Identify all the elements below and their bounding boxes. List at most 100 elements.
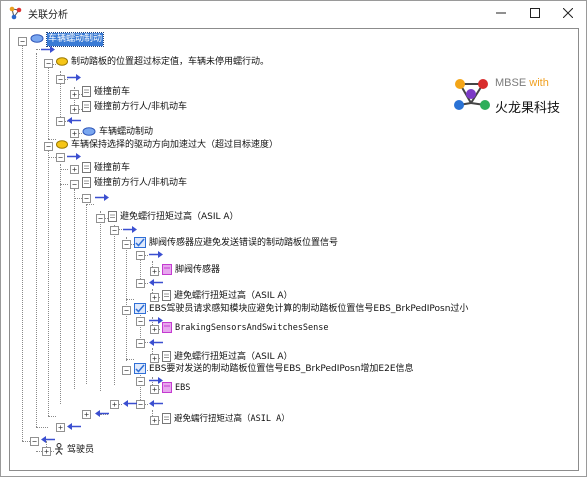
tree-node-label: 脚阀传感器应避免发送错误的制动踏板位置信号: [149, 238, 339, 248]
close-button[interactable]: [552, 1, 584, 25]
right-arrow-icon: [67, 74, 81, 81]
tree-node-n1c[interactable]: 车辆蠕动制动: [82, 126, 153, 139]
expand-toggle[interactable]: +: [42, 447, 51, 456]
expand-toggle[interactable]: −: [122, 240, 131, 249]
left-arrow-icon: [95, 410, 109, 417]
tree-node-label: 避免蠕行扭矩过高（ASIL A）: [174, 291, 293, 301]
left-arrow-icon: [67, 423, 81, 430]
molecule-logo-icon: [454, 79, 490, 110]
tree-node-n2a[interactable]: 碰撞前车: [82, 161, 131, 176]
tree-node-r1b[interactable]: 避免蠕行扭矩过高（ASIL A）: [162, 289, 293, 304]
expand-toggle[interactable]: −: [56, 75, 65, 84]
expand-toggle[interactable]: −: [136, 339, 145, 348]
expand-toggle[interactable]: +: [70, 105, 79, 114]
expand-toggle[interactable]: +: [150, 267, 159, 276]
document-icon: [82, 176, 91, 191]
expand-toggle[interactable]: +: [70, 165, 79, 174]
expand-toggle[interactable]: −: [136, 279, 145, 288]
expand-toggle[interactable]: −: [122, 306, 131, 315]
tree-node-n2[interactable]: 车辆保持选择的驱动方向加速过大（超过目标速度）: [56, 139, 278, 152]
expand-toggle[interactable]: +: [70, 129, 79, 138]
expand-toggle[interactable]: +: [150, 354, 159, 363]
expand-toggle[interactable]: +: [150, 416, 159, 425]
tree-node-n1[interactable]: 制动踏板的位置超过标定值，车辆未停用蠕行动。: [56, 56, 269, 69]
tree-node-label: EBS: [175, 383, 191, 393]
tree-node-n1b[interactable]: 碰撞前方行人/非机动车: [82, 100, 188, 115]
expand-toggle[interactable]: −: [82, 194, 91, 203]
right-arrow-icon: [149, 251, 163, 258]
document-icon: [162, 412, 171, 427]
relation-arrow-in: [122, 397, 141, 410]
expand-toggle[interactable]: −: [122, 366, 131, 375]
tree-node-driver[interactable]: 驾驶员: [54, 443, 94, 458]
folder-icon: [56, 56, 68, 69]
left-arrow-icon: [123, 400, 137, 407]
relation-arrow-in: [148, 397, 167, 410]
expand-toggle[interactable]: −: [96, 214, 105, 223]
tree-node-r2a[interactable]: BrakingSensorsAndSwitchesSense: [162, 321, 329, 336]
tree-node-r3[interactable]: EBS要对发送的制动踏板位置信号EBS_BrkPedIPosn增加E2E信息: [134, 362, 414, 377]
expand-toggle[interactable]: −: [18, 37, 27, 46]
maximize-button[interactable]: [519, 1, 551, 25]
tree-node-label: 碰撞前方行人/非机动车: [94, 102, 188, 112]
expand-toggle[interactable]: −: [56, 117, 65, 126]
expand-toggle[interactable]: −: [110, 226, 119, 235]
tree-node-r3a[interactable]: EBS: [162, 381, 191, 396]
relation-arrow-in: [148, 276, 167, 289]
tree-panel[interactable]: − 车辆蠕动制动 − 制动踏板的位置超过标定值，车辆未停用蠕行动。 − + 碰撞…: [9, 28, 579, 471]
tree-node-label: 车辆保持选择的驱动方向加速过大（超过目标速度）: [71, 140, 279, 150]
tree-node-n2b[interactable]: 碰撞前方行人/非机动车: [82, 176, 188, 191]
tree-node-n1a[interactable]: 碰撞前车: [82, 85, 130, 100]
expand-toggle[interactable]: +: [82, 410, 91, 419]
expand-toggle[interactable]: −: [70, 180, 79, 189]
left-arrow-icon: [149, 339, 163, 346]
block-icon: [162, 321, 172, 336]
tree-node-label: 碰撞前方行人/非机动车: [94, 178, 188, 188]
document-icon: [82, 100, 91, 115]
expand-toggle[interactable]: −: [30, 437, 39, 446]
expand-toggle[interactable]: +: [150, 385, 159, 394]
tree-node-label: 制动踏板的位置超过标定值，车辆未停用蠕行动。: [71, 57, 270, 67]
logo-company-name: 火龙果科技: [495, 101, 561, 116]
tree-node-r2[interactable]: EBS驾驶员请求感知模块应避免计算的制动踏板位置信号EBS_BrkPedIPos…: [134, 302, 468, 316]
relation-arrow-out: [94, 191, 113, 204]
expand-toggle[interactable]: +: [70, 90, 79, 99]
logo-mbse-text: MBSE with: [495, 77, 549, 89]
actor-icon: [54, 443, 64, 458]
requirement-icon: [134, 362, 146, 377]
expand-toggle[interactable]: +: [150, 325, 159, 334]
tree-node-r3b[interactable]: 避免蠕行扭矩过高（ASIL A）: [162, 412, 290, 427]
relation-arrow-out: [148, 248, 167, 261]
relation-arrow-in: [66, 420, 85, 433]
minimize-button[interactable]: [485, 1, 517, 25]
expand-toggle[interactable]: −: [136, 377, 145, 386]
left-arrow-icon: [149, 279, 163, 286]
expand-toggle[interactable]: −: [56, 153, 65, 162]
expand-toggle[interactable]: −: [44, 59, 53, 68]
right-arrow-icon: [123, 226, 137, 233]
document-icon: [82, 85, 91, 100]
expand-toggle[interactable]: −: [136, 317, 145, 326]
expand-toggle[interactable]: +: [150, 293, 159, 302]
tree-node-r1a[interactable]: 脚阀传感器: [162, 263, 221, 277]
right-arrow-icon: [67, 153, 81, 160]
expand-toggle[interactable]: +: [56, 423, 65, 432]
expand-toggle[interactable]: −: [136, 251, 145, 260]
right-arrow-icon: [41, 46, 55, 53]
left-arrow-icon: [67, 117, 81, 124]
usecase-icon: [82, 126, 96, 139]
expand-toggle[interactable]: −: [44, 142, 53, 151]
block-icon: [162, 381, 172, 396]
analysis-window: 关联分析 − 车辆蠕动制动 − 制动踏板的位置超过标定值，车辆未停用蠕行动。 −…: [0, 0, 587, 477]
right-arrow-icon: [95, 194, 109, 201]
tree-node-label: 碰撞前车: [94, 163, 131, 173]
document-icon: [82, 161, 91, 176]
document-icon: [162, 289, 171, 304]
minimize-icon: [496, 12, 506, 14]
left-arrow-icon: [149, 400, 163, 407]
relation-arrow-out: [122, 223, 141, 236]
tree-node-label: EBS要对发送的制动踏板位置信号EBS_BrkPedIPosn增加E2E信息: [149, 364, 414, 374]
tree-node-label: 脚阀传感器: [175, 265, 221, 275]
title-bar: 关联分析: [1, 1, 586, 25]
requirement-icon: [134, 236, 146, 251]
